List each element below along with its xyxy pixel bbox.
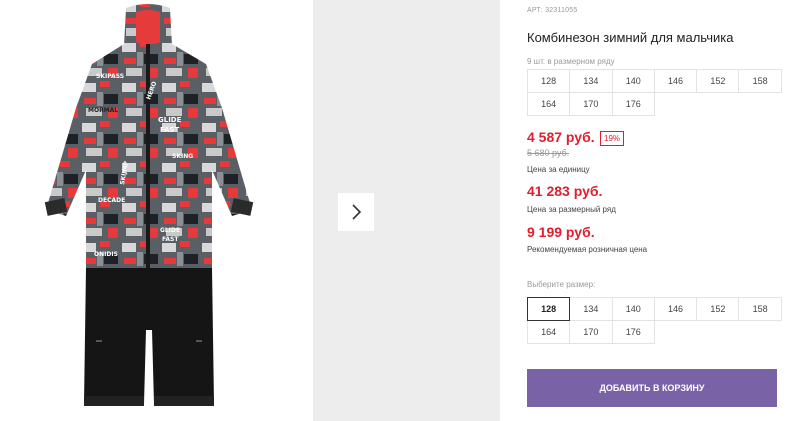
old-price: 5 680 руб. bbox=[527, 148, 570, 158]
print-label: DECADE bbox=[98, 197, 125, 204]
range-price: 41 283 руб. bbox=[527, 183, 603, 199]
print-label: GLIDE bbox=[160, 227, 180, 234]
size-option[interactable]: 164 bbox=[527, 320, 571, 344]
next-image-button[interactable] bbox=[338, 193, 374, 231]
retail-price: 9 199 руб. bbox=[527, 224, 595, 240]
product-title: Комбинезон зимний для мальчика bbox=[527, 30, 734, 45]
product-info: АРТ: 32311055 Комбинезон зимний для маль… bbox=[527, 0, 787, 421]
retail-price-caption: Рекомендуемая розничная цена bbox=[527, 245, 648, 254]
print-label: GLIDE bbox=[158, 116, 182, 124]
size-option-selected[interactable]: 128 bbox=[527, 297, 571, 321]
chevron-right-icon bbox=[352, 204, 362, 220]
product-photo[interactable]: SKIPASS GLIDE FAST MORMAL HERO SKING DEC… bbox=[0, 0, 302, 421]
add-to-cart-button[interactable]: ДОБАВИТЬ В КОРЗИНУ bbox=[527, 369, 777, 407]
print-label: ONIDIS bbox=[94, 251, 118, 258]
print-label: MORMAL bbox=[88, 107, 118, 114]
size-option[interactable]: 134 bbox=[569, 297, 613, 321]
print-label: SKING bbox=[172, 153, 193, 160]
unit-price: 4 587 руб. bbox=[527, 129, 595, 145]
unit-price-caption: Цена за единицу bbox=[527, 165, 590, 174]
pack-size-cell: 134 bbox=[569, 69, 613, 93]
pack-size-cell: 140 bbox=[611, 69, 655, 93]
pack-size-cell: 152 bbox=[696, 69, 740, 93]
range-price-caption: Цена за размерный ряд bbox=[527, 205, 616, 214]
size-selector: 128 134 140 146 152 158 164 170 176 bbox=[527, 297, 782, 344]
print-label: FAST bbox=[162, 236, 179, 243]
pack-size-cell: 146 bbox=[653, 69, 698, 93]
size-option[interactable]: 146 bbox=[653, 297, 698, 321]
article-number: АРТ: 32311055 bbox=[527, 7, 578, 14]
choose-size-label: Выберите размер: bbox=[527, 280, 596, 289]
snowsuit-image: SKIPASS GLIDE FAST MORMAL HERO SKING DEC… bbox=[44, 4, 254, 406]
pack-size-cell: 176 bbox=[611, 92, 655, 116]
pack-size-cell: 158 bbox=[738, 69, 782, 93]
print-label: SKIPASS bbox=[96, 73, 124, 80]
print-label: FAST bbox=[160, 126, 179, 134]
pack-size-cell: 170 bbox=[569, 92, 613, 116]
product-gallery: SKIPASS GLIDE FAST MORMAL HERO SKING DEC… bbox=[0, 0, 500, 421]
size-option[interactable]: 176 bbox=[611, 320, 655, 344]
pack-size-cell: 128 bbox=[527, 69, 571, 93]
discount-badge: 19% bbox=[600, 131, 625, 146]
size-option[interactable]: 140 bbox=[611, 297, 655, 321]
pack-size-grid: 128 134 140 146 152 158 164 170 176 bbox=[527, 69, 782, 116]
size-option[interactable]: 152 bbox=[696, 297, 740, 321]
pack-size-cell: 164 bbox=[527, 92, 571, 116]
size-option[interactable]: 158 bbox=[738, 297, 782, 321]
pack-note: 9 шт. в размерном ряду bbox=[527, 57, 615, 66]
size-option[interactable]: 170 bbox=[569, 320, 613, 344]
